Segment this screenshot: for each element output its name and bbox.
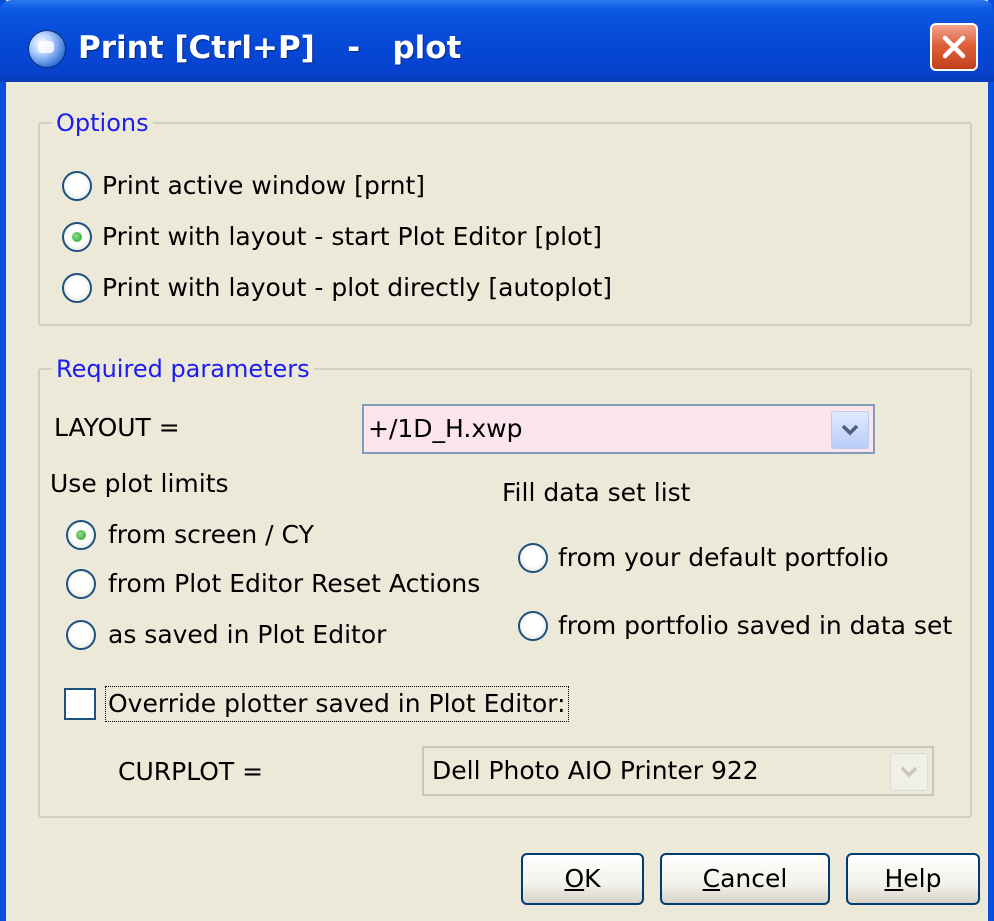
- radio-selected-dot: [72, 232, 82, 242]
- radio-from-screen-cy[interactable]: [66, 520, 96, 550]
- radio-from-screen-cy-label[interactable]: from screen / CY: [108, 520, 314, 550]
- title-bar[interactable]: Print [Ctrl+P] - plot: [0, 0, 994, 82]
- cancel-button[interactable]: Cancel: [660, 853, 830, 905]
- radio-from-portfolio-in-data-set-label[interactable]: from portfolio saved in data set: [558, 611, 952, 641]
- curplot-combobox[interactable]: Dell Photo AIO Printer 922: [422, 746, 934, 796]
- override-plotter-checkbox[interactable]: [64, 688, 96, 720]
- dialog-title: Print [Ctrl+P] - plot: [78, 30, 462, 66]
- cancel-label-rest: ancel: [720, 864, 788, 893]
- radio-from-default-portfolio-label[interactable]: from your default portfolio: [558, 543, 889, 573]
- layout-combobox[interactable]: +/1D_H.xwp: [362, 404, 875, 454]
- radio-print-active-window-label[interactable]: Print active window [prnt]: [102, 171, 425, 201]
- fill-data-set-list-label: Fill data set list: [502, 478, 691, 507]
- help-label-rest: elp: [903, 864, 942, 893]
- cancel-mnemonic: C: [702, 864, 721, 893]
- radio-print-active-window[interactable]: [62, 171, 92, 201]
- radio-from-default-portfolio[interactable]: [518, 543, 548, 573]
- radio-as-saved-in-plot-editor-label[interactable]: as saved in Plot Editor: [108, 620, 386, 650]
- ok-mnemonic: O: [564, 864, 585, 893]
- radio-as-saved-in-plot-editor[interactable]: [66, 620, 96, 650]
- help-button[interactable]: Help: [846, 853, 980, 905]
- radio-from-portfolio-in-data-set[interactable]: [518, 611, 548, 641]
- options-legend: Options: [52, 108, 153, 138]
- radio-from-plot-editor-reset-label[interactable]: from Plot Editor Reset Actions: [108, 569, 480, 599]
- layout-label: LAYOUT =: [54, 413, 180, 442]
- layout-value[interactable]: +/1D_H.xwp: [364, 406, 823, 452]
- radio-print-with-layout-plot[interactable]: [62, 222, 92, 252]
- radio-selected-dot: [76, 530, 86, 540]
- close-button[interactable]: [930, 23, 978, 71]
- radio-print-with-layout-autoplot-label[interactable]: Print with layout - plot directly [autop…: [102, 273, 612, 303]
- ok-button[interactable]: OK: [521, 853, 644, 905]
- override-plotter-label[interactable]: Override plotter saved in Plot Editor:: [105, 686, 569, 722]
- help-mnemonic: H: [884, 864, 904, 893]
- close-icon: [942, 35, 966, 59]
- radio-from-plot-editor-reset[interactable]: [66, 569, 96, 599]
- print-dialog: Print [Ctrl+P] - plot Options Print acti…: [0, 0, 994, 921]
- chevron-down-icon: [841, 424, 859, 436]
- radio-print-with-layout-autoplot[interactable]: [62, 273, 92, 303]
- curplot-label: CURPLOT =: [118, 757, 264, 786]
- curplot-dropdown-button[interactable]: [890, 753, 928, 791]
- ok-label-rest: K: [584, 864, 601, 893]
- app-icon: [28, 30, 66, 68]
- use-plot-limits-label: Use plot limits: [50, 469, 229, 498]
- layout-dropdown-button[interactable]: [831, 411, 869, 449]
- chevron-down-icon: [900, 766, 918, 778]
- required-parameters-legend: Required parameters: [52, 354, 314, 384]
- radio-print-with-layout-plot-label[interactable]: Print with layout - start Plot Editor [p…: [102, 222, 602, 252]
- curplot-value[interactable]: Dell Photo AIO Printer 922: [424, 748, 882, 794]
